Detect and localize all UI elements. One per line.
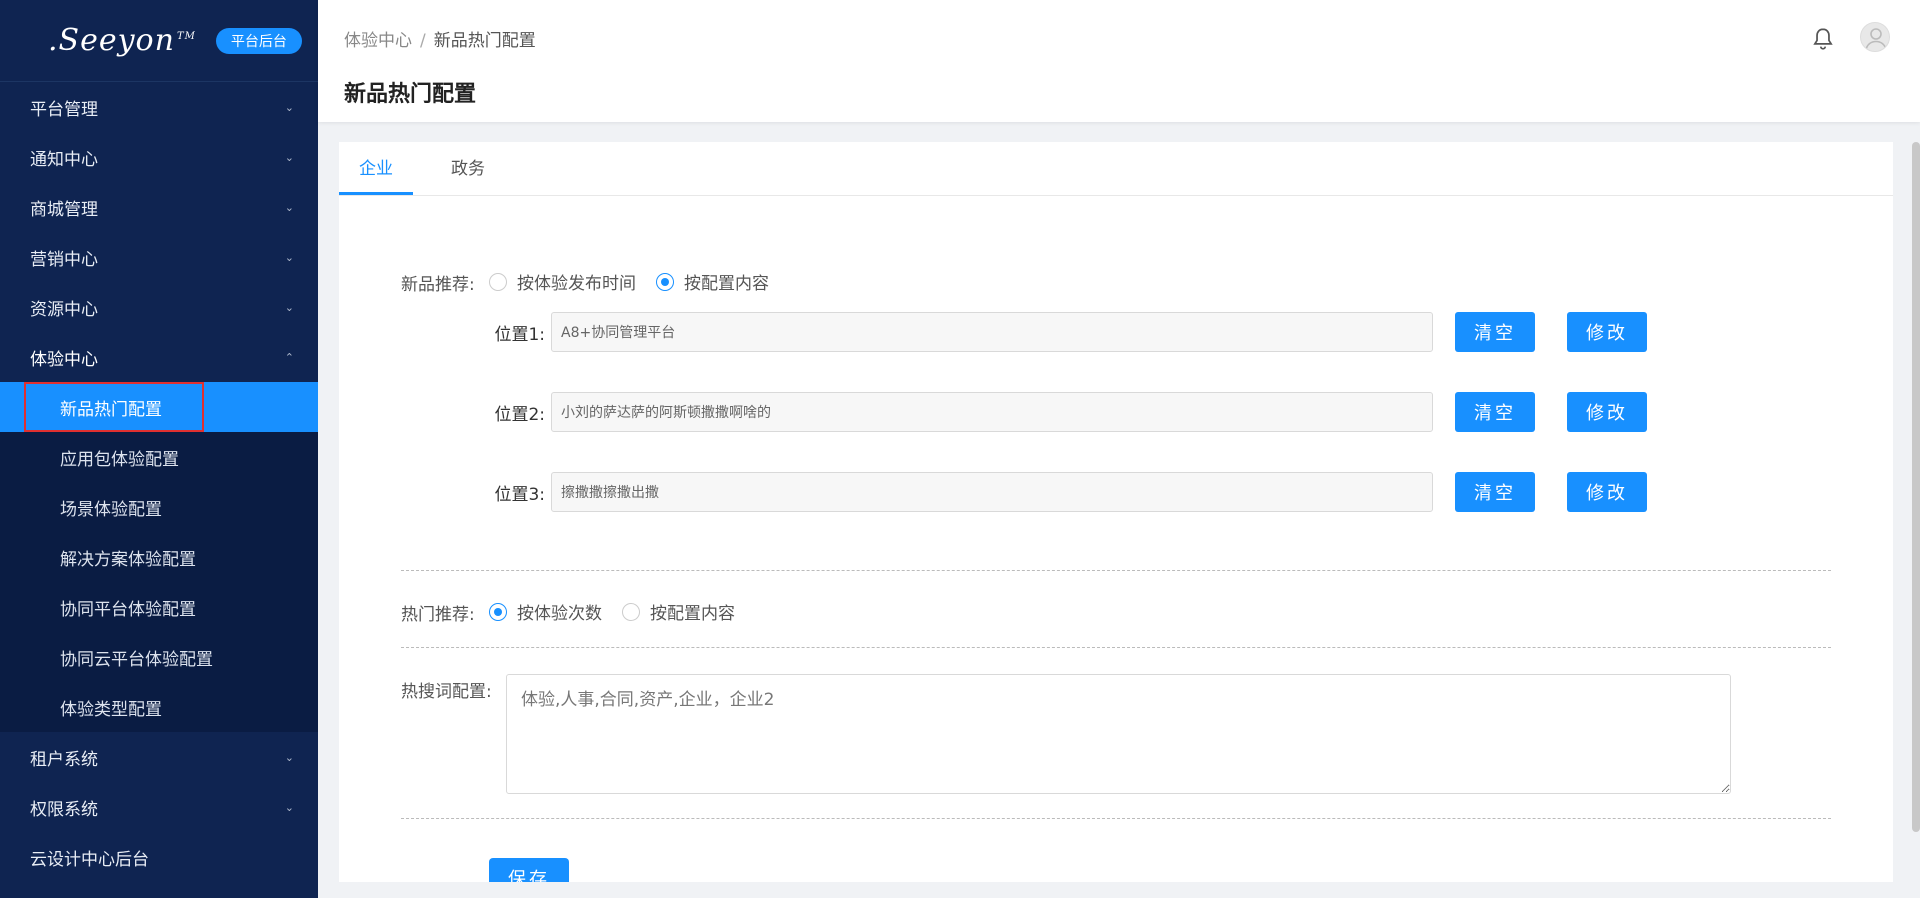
radio-circle xyxy=(489,272,507,291)
radio-circle-selected xyxy=(656,272,674,291)
clear-button-1[interactable]: 清空 xyxy=(1455,312,1535,352)
chevron-down-icon: ⌄ xyxy=(284,300,294,314)
hot-recommend-radio-group: 按体验次数 按配置内容 xyxy=(489,599,755,624)
logo-area: .Seeyon TM 平台后台 xyxy=(0,0,318,82)
breadcrumb: 体验中心 / 新品热门配置 xyxy=(344,26,536,51)
divider xyxy=(401,647,1831,648)
sidebar-menu: 平台管理 ⌄ 通知中心 ⌄ 商城管理 ⌄ 营销中心 ⌄ 资源中心 ⌄ 体验中心 ⌃ 新品热门… xyxy=(0,82,318,882)
sidebar-subitem-experience-type-config[interactable]: 体验类型配置 xyxy=(0,682,318,732)
sidebar-item-platform-management[interactable]: 平台管理 ⌄ xyxy=(0,82,318,132)
breadcrumb-link-experience-center[interactable]: 体验中心 xyxy=(344,31,412,51)
position-row-1: 位置1: 清空 修改 xyxy=(489,312,1647,352)
scrollbar[interactable] xyxy=(1912,142,1920,832)
sidebar-item-marketing-center[interactable]: 营销中心 ⌄ xyxy=(0,232,318,282)
radio-circle xyxy=(622,602,640,621)
position-row-3: 位置3: 清空 修改 xyxy=(489,472,1647,512)
divider xyxy=(401,818,1831,819)
position-label: 位置2: xyxy=(494,404,545,425)
chevron-down-icon: ⌄ xyxy=(284,750,294,764)
edit-button-1[interactable]: 修改 xyxy=(1567,312,1647,352)
chevron-up-icon: ⌃ xyxy=(284,350,294,364)
position-row-2: 位置2: 清空 修改 xyxy=(489,392,1647,432)
sidebar-item-tenant-system[interactable]: 租户系统 ⌄ xyxy=(0,732,318,782)
sidebar-item-mall-management[interactable]: 商城管理 ⌄ xyxy=(0,182,318,232)
radio-by-publish-time[interactable]: 按体验发布时间 xyxy=(489,269,636,294)
radio-hot-by-config-content[interactable]: 按配置内容 xyxy=(622,599,735,624)
new-product-radio-group: 按体验发布时间 按配置内容 xyxy=(489,269,789,294)
edit-button-2[interactable]: 修改 xyxy=(1567,392,1647,432)
highlight-box xyxy=(24,382,204,432)
tab-government[interactable]: 政务 xyxy=(431,142,505,195)
chevron-down-icon: ⌄ xyxy=(284,800,294,814)
tab-enterprise[interactable]: 企业 xyxy=(339,142,413,195)
tab-bar: 企业 政务 xyxy=(339,142,1893,196)
page-title: 新品热门配置 xyxy=(344,82,477,107)
position-label: 位置1: xyxy=(494,324,545,345)
position-2-input[interactable] xyxy=(551,392,1433,432)
breadcrumb-separator: / xyxy=(420,31,426,51)
hotword-textarea[interactable]: 体验,人事,合同,资产,企业，企业2 xyxy=(506,674,1731,794)
sidebar-subitem-scene-config[interactable]: 场景体验配置 xyxy=(0,482,318,532)
clear-button-2[interactable]: 清空 xyxy=(1455,392,1535,432)
edit-button-3[interactable]: 修改 xyxy=(1567,472,1647,512)
sidebar-subitem-new-hot-config[interactable]: 新品热门配置 xyxy=(0,382,318,432)
avatar[interactable] xyxy=(1860,22,1890,52)
save-button[interactable]: 保存 xyxy=(489,858,569,882)
breadcrumb-current: 新品热门配置 xyxy=(433,31,536,51)
chevron-down-icon: ⌄ xyxy=(284,150,294,164)
radio-by-config-content[interactable]: 按配置内容 xyxy=(656,269,769,294)
new-product-label: 新品推荐: xyxy=(401,275,475,295)
user-icon xyxy=(1865,28,1887,51)
chevron-down-icon: ⌄ xyxy=(284,100,294,114)
sidebar-item-cloud-design-admin[interactable]: 云设计中心后台 xyxy=(0,832,318,882)
chevron-down-icon: ⌄ xyxy=(284,250,294,264)
hotword-label: 热搜词配置: xyxy=(401,682,492,702)
hot-recommend-label: 热门推荐: xyxy=(401,605,475,625)
clear-button-3[interactable]: 清空 xyxy=(1455,472,1535,512)
sidebar-subitem-solution-config[interactable]: 解决方案体验配置 xyxy=(0,532,318,582)
sidebar: .Seeyon TM 平台后台 平台管理 ⌄ 通知中心 ⌄ 商城管理 ⌄ 营销中心 ⌄ 资… xyxy=(0,0,318,898)
radio-by-experience-count[interactable]: 按体验次数 xyxy=(489,599,602,624)
sidebar-item-experience-center[interactable]: 体验中心 ⌃ xyxy=(0,332,318,382)
position-1-input[interactable] xyxy=(551,312,1433,352)
config-card: 企业 政务 新品推荐: 按体验发布时间 按配置内容 位置1: 清空 修改 位置2… xyxy=(339,142,1893,882)
page-header: 体验中心 / 新品热门配置 新品热门配置 xyxy=(318,0,1920,122)
experience-center-submenu: 新品热门配置 应用包体验配置 场景体验配置 解决方案体验配置 协同平台体验配置 … xyxy=(0,382,318,732)
position-3-input[interactable] xyxy=(551,472,1433,512)
sidebar-item-permission-system[interactable]: 权限系统 ⌄ xyxy=(0,782,318,832)
bell-icon[interactable] xyxy=(1810,26,1836,52)
chevron-down-icon: ⌄ xyxy=(284,200,294,214)
sidebar-item-resource-center[interactable]: 资源中心 ⌄ xyxy=(0,282,318,332)
position-label: 位置3: xyxy=(494,484,545,505)
sidebar-item-notification-center[interactable]: 通知中心 ⌄ xyxy=(0,132,318,182)
brand-logo: .Seeyon TM xyxy=(48,23,196,58)
divider xyxy=(401,570,1831,571)
sidebar-subitem-collab-platform-config[interactable]: 协同平台体验配置 xyxy=(0,582,318,632)
sidebar-subitem-app-package-config[interactable]: 应用包体验配置 xyxy=(0,432,318,482)
radio-circle-selected xyxy=(489,602,507,621)
sidebar-subitem-collab-cloud-config[interactable]: 协同云平台体验配置 xyxy=(0,632,318,682)
platform-badge: 平台后台 xyxy=(215,27,302,54)
